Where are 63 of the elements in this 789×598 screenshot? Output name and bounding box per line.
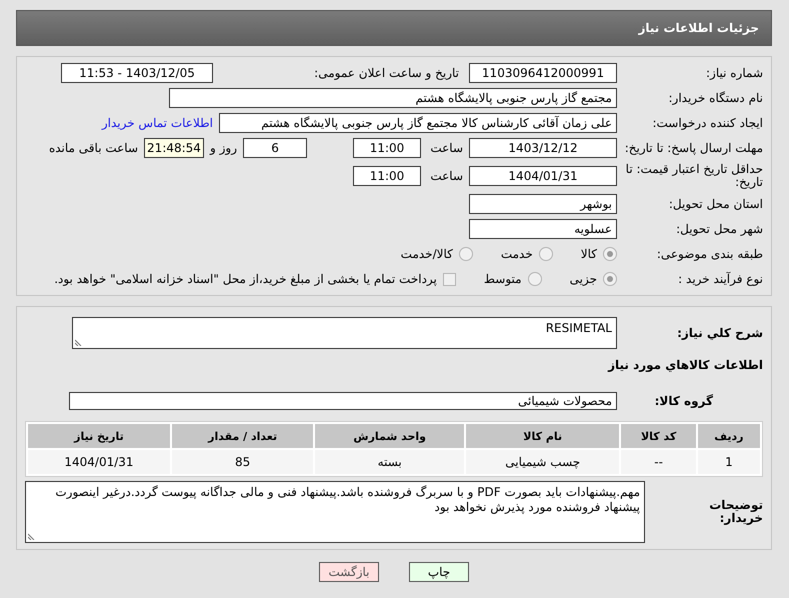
field-label: مهلت ارسال پاسخ: تا تاریخ: (624, 142, 763, 154)
column-header: تعداد / مقدار (172, 424, 314, 448)
field-label: ساعت (429, 142, 463, 154)
column-header: واحد شمارش (315, 424, 464, 448)
province-field: بوشهر (469, 194, 617, 214)
time-field: 11:00 (353, 138, 421, 158)
table-cell: -- (621, 450, 696, 474)
option-label: خدمت (500, 247, 533, 261)
checkbox[interactable] (442, 272, 456, 286)
days-label: روز و (210, 141, 237, 155)
remaining-time-field: 21:48:54 (144, 138, 204, 158)
back-button[interactable]: بازگشت (319, 562, 379, 582)
field-label: اطلاعات کالاهاي مورد نیاز (606, 358, 763, 372)
checkbox-label: پرداخت تمام یا بخشی از مبلغ خرید،از محل "اسناد خزانه اسلامی" خواهد بود. (54, 272, 437, 286)
buyer-contact-link[interactable]: اطلاعات تماس خریدار (102, 116, 213, 130)
option-label: کالا/خدمت (400, 247, 453, 261)
column-header: نام کالا (466, 424, 620, 448)
option-label: کالا (580, 247, 597, 261)
description-field: RESIMETAL (72, 317, 617, 349)
days-field: 6 (243, 138, 307, 158)
resize-grip-icon (28, 532, 36, 540)
field-label: طبقه بندی موضوعی: (656, 248, 763, 260)
column-header: کد کالا (621, 424, 696, 448)
field-label: شرح کلي نیاز: (676, 326, 763, 340)
remaining-label: ساعت باقی مانده (48, 141, 138, 155)
field-label: نوع فرآیند خرید : (677, 272, 763, 286)
creator-field: علی زمان آقائی کارشناس کالا مجتمع گاز پارس جنوبی پالایشگاه هشتم (219, 113, 617, 133)
field-label: ساعت (429, 170, 463, 182)
field-label: شماره نیاز: (705, 66, 763, 80)
resize-grip-icon (75, 338, 83, 346)
time-field: 11:00 (353, 166, 421, 186)
radio-button[interactable] (603, 272, 617, 286)
announce-date-field: 1403/12/05 - 11:53 (61, 63, 213, 83)
need-number-field: 1103096412000991 (469, 63, 617, 83)
page-title: جزئیات اطلاعات نیاز (638, 21, 759, 35)
city-field: عسلویه (469, 219, 617, 239)
table-cell: 1404/01/31 (28, 450, 170, 474)
column-header: ردیف (698, 424, 760, 448)
table-cell: بسته (315, 450, 464, 474)
field-label: توضیحات خریدار: (708, 499, 763, 525)
field-label: شهر محل تحویل: (675, 222, 763, 236)
table-cell: 1 (698, 450, 760, 474)
date-field: 1404/01/31 (469, 166, 617, 186)
date-field: 1403/12/12 (469, 138, 617, 158)
option-label: متوسط (484, 272, 522, 286)
radio-button[interactable] (538, 247, 553, 261)
radio-button[interactable] (458, 247, 473, 261)
field-label: گروه کالا: (654, 394, 713, 408)
field-label: نام دستگاه خریدار: (668, 92, 763, 104)
table-cell: چسب شیمیایی (466, 450, 620, 474)
buyer-field: مجتمع گاز پارس جنوبی پالایشگاه هشتم (169, 88, 617, 108)
field-label: ایجاد کننده درخواست: (651, 116, 763, 130)
option-label: جزیی (570, 272, 597, 286)
print-button[interactable]: چاپ (409, 562, 469, 582)
field-label: استان محل تحویل: (668, 198, 763, 210)
radio-button[interactable] (528, 272, 542, 286)
column-header: تاریخ نیاز (28, 424, 170, 448)
goods-group-field: محصولات شیمیائی (69, 392, 617, 410)
field-label: تاریخ و ساعت اعلان عمومی: (313, 66, 460, 80)
buyer-notes-field: مهم.پیشنهادات باید بصورت PDF و با سربرگ فروشنده باشد.پیشنهاد فنی و مالی جداگانه پیوست گردد.درغیر اینصورت پیشنهاد فروشنده مورد پذیرش نخواهد بود (25, 481, 645, 543)
table-cell: 85 (172, 450, 314, 474)
field-label: حداقل تاریخ اعتبار قیمت: تا تاریخ: (624, 163, 763, 189)
radio-button[interactable] (603, 247, 617, 261)
